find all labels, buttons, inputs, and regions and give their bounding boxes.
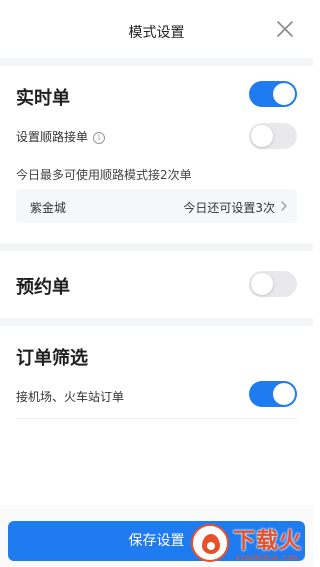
shun-lu-toggle[interactable] (249, 123, 297, 149)
header: 模式设置 (0, 0, 313, 58)
city-remaining-count: 今日还可设置3次 (183, 201, 275, 215)
filter-section-title: 订单筛选 (16, 348, 88, 369)
airport-station-label: 接机场、火车站订单 (16, 390, 125, 404)
limit-note: 今日最多可使用顺路模式接2次单 (16, 168, 192, 182)
watermark-logo: 下载火 xiazaihuo.com (191, 522, 311, 567)
shun-lu-label: 设置顺路接单 (16, 130, 89, 144)
airport-station-toggle[interactable] (249, 381, 297, 407)
toggle-knob (251, 273, 273, 295)
row-divider (16, 418, 297, 419)
realtime-section-title: 实时单 (16, 88, 70, 109)
page-title: 模式设置 (128, 25, 185, 41)
chevron-right-icon (281, 201, 287, 211)
section-divider (0, 243, 313, 251)
watermark-badge (191, 524, 229, 562)
reservation-toggle[interactable] (249, 271, 297, 297)
section-divider (0, 58, 313, 66)
close-icon[interactable] (275, 19, 295, 39)
flame-dot (207, 542, 215, 550)
watermark-url: xiazaihuo.com (235, 553, 298, 562)
city-name: 紫金城 (30, 201, 67, 215)
toggle-knob (273, 83, 295, 105)
realtime-toggle[interactable] (249, 81, 297, 107)
section-divider (0, 318, 313, 326)
toggle-knob (251, 125, 273, 147)
reservation-section-title: 预约单 (16, 277, 70, 298)
city-row[interactable]: 紫金城 今日还可设置3次 (16, 189, 297, 223)
shun-lu-label-row: 设置顺路接单 i (16, 128, 106, 145)
info-icon[interactable]: i (93, 132, 106, 144)
toggle-knob (273, 383, 295, 405)
watermark-brand: 下载火 (233, 529, 303, 554)
